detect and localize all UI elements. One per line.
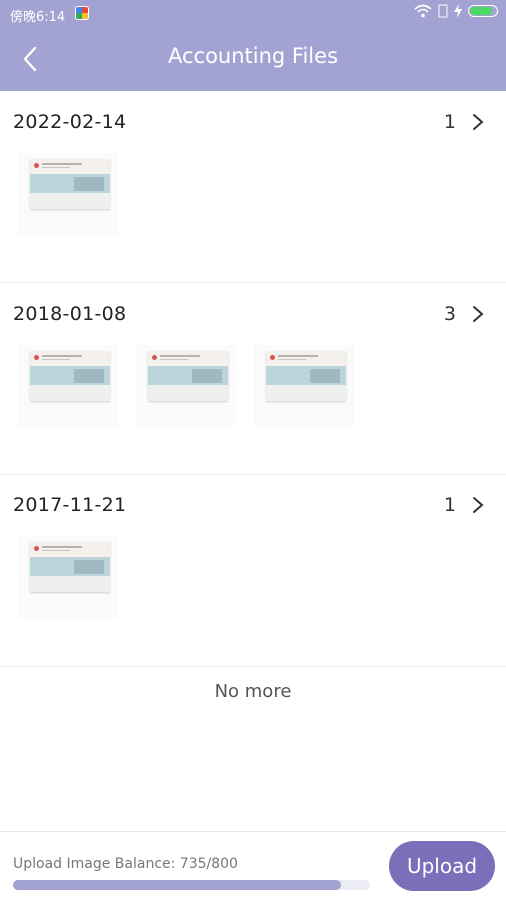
colorful-app-icon [75, 6, 89, 20]
date-group-header[interactable]: 2018-01-08 3 [0, 283, 506, 335]
document-thumbnail[interactable] [136, 345, 236, 427]
document-thumbnail[interactable] [254, 345, 354, 427]
battery-icon [468, 5, 498, 17]
status-time: 傍晚6:14 [10, 10, 66, 25]
group-count: 1 [443, 111, 456, 133]
upload-button[interactable]: Upload [389, 841, 495, 891]
document-thumbnail[interactable] [18, 345, 118, 427]
date-group-header[interactable]: 2022-02-14 1 [0, 91, 506, 143]
date-group-header[interactable]: 2017-11-21 1 [0, 474, 506, 526]
upload-balance-progress [13, 880, 370, 890]
battery-level [470, 7, 492, 15]
upload-footer: Upload Image Balance: 735/800 Upload [0, 831, 506, 901]
date-group: 2017-11-21 1 [0, 474, 506, 667]
group-date: 2022-02-14 [13, 111, 127, 133]
document-thumbnail[interactable] [18, 153, 118, 235]
date-group: 2022-02-14 1 [0, 91, 506, 283]
chevron-right-icon [473, 306, 484, 322]
group-count: 3 [443, 303, 456, 325]
chevron-right-icon [473, 114, 484, 130]
app-header: 傍晚6:14 Accounting Files [0, 0, 506, 91]
date-group: 2018-01-08 3 [0, 283, 506, 475]
upload-balance-label: Upload Image Balance: 735/800 [13, 856, 238, 872]
status-icons [414, 4, 498, 18]
group-date: 2017-11-21 [13, 494, 127, 516]
progress-fill [13, 880, 342, 890]
group-count: 1 [443, 494, 456, 516]
lightning-icon [454, 4, 462, 18]
sim-icon [438, 4, 448, 18]
list-end-label: No more [214, 681, 292, 702]
wifi-icon [414, 4, 432, 18]
group-date: 2018-01-08 [13, 303, 127, 325]
document-thumbnail[interactable] [18, 536, 118, 618]
chevron-right-icon [473, 497, 484, 513]
page-title: Accounting Files [167, 44, 339, 68]
